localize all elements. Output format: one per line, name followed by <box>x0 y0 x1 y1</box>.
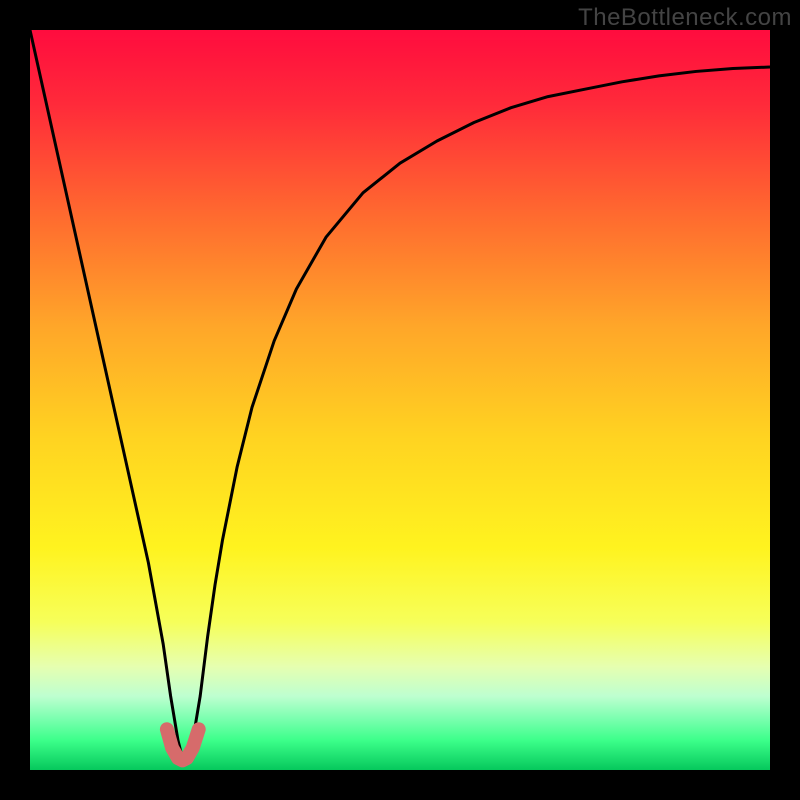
plot-area <box>30 30 770 770</box>
gradient-background <box>30 30 770 770</box>
bottleneck-chart <box>30 30 770 770</box>
watermark-text: TheBottleneck.com <box>578 4 792 32</box>
chart-frame: TheBottleneck.com <box>0 0 800 800</box>
